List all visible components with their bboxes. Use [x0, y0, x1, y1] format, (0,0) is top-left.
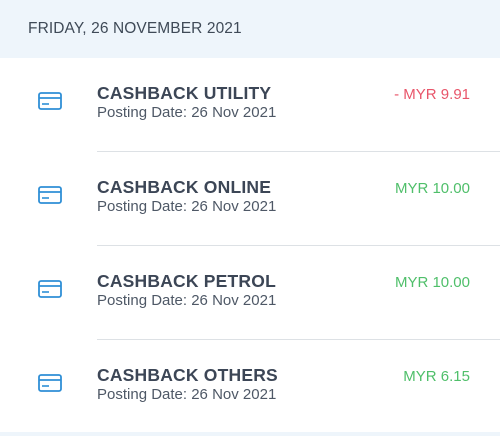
transaction-amount: MYR 6.15: [403, 368, 470, 385]
transaction-row[interactable]: CASHBACK ONLINE Posting Date: 26 Nov 202…: [0, 152, 500, 246]
transaction-title: CASHBACK ONLINE: [97, 177, 272, 197]
transaction-title: CASHBACK PETROL: [97, 271, 276, 291]
date-header-label: FRIDAY, 26 NOVEMBER 2021: [28, 20, 242, 37]
posting-date: Posting Date: 26 Nov 2021: [97, 198, 277, 215]
credit-card-icon: [38, 92, 62, 110]
transaction-amount: MYR 10.00: [394, 180, 470, 197]
credit-card-icon: [38, 280, 62, 298]
posting-date: Posting Date: 26 Nov 2021: [97, 292, 277, 309]
posting-date: Posting Date: 26 Nov 2021: [97, 386, 277, 403]
transaction-amount: - MYR 9.91: [394, 86, 470, 103]
transaction-amount: MYR 10.00: [394, 274, 470, 291]
date-header: FRIDAY, 26 NOVEMBER 2021: [0, 0, 500, 58]
transaction-row[interactable]: CASHBACK UTILITY Posting Date: 26 Nov 20…: [0, 58, 500, 152]
transaction-title: CASHBACK OTHERS: [97, 365, 278, 385]
transaction-row[interactable]: CASHBACK OTHERS Posting Date: 26 Nov 202…: [0, 340, 500, 434]
credit-card-icon: [38, 374, 62, 392]
transaction-title: CASHBACK UTILITY: [97, 83, 272, 103]
transaction-list: CASHBACK UTILITY Posting Date: 26 Nov 20…: [0, 58, 500, 434]
transaction-row[interactable]: CASHBACK PETROL Posting Date: 26 Nov 202…: [0, 246, 500, 340]
credit-card-icon: [38, 186, 62, 204]
next-date-header: [0, 432, 500, 436]
posting-date: Posting Date: 26 Nov 2021: [97, 104, 277, 121]
